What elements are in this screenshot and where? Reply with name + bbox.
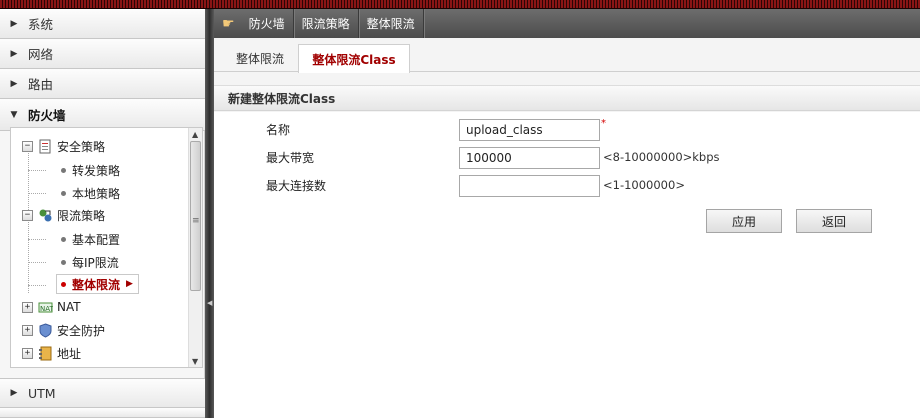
section-title: 新建整体限流Class bbox=[214, 85, 920, 111]
breadcrumb-item[interactable]: 整体限流 bbox=[359, 9, 424, 38]
bullet-icon bbox=[61, 281, 66, 287]
scroll-up-icon[interactable]: ▲ bbox=[192, 130, 198, 139]
chevron-right-icon: ▶ bbox=[10, 388, 18, 398]
tree-node-label: NAT bbox=[57, 300, 81, 314]
tree-node-label: 每IP限流 bbox=[72, 255, 119, 270]
tree-node-label: 本地策略 bbox=[72, 186, 121, 201]
bullet-icon bbox=[61, 167, 66, 173]
tree-node-security-policy[interactable]: − 安全策略 bbox=[22, 136, 105, 156]
tree-node-address[interactable]: + 地址 bbox=[22, 343, 81, 363]
bullet-icon bbox=[61, 236, 66, 242]
tree-node-nat[interactable]: + NAT NAT bbox=[22, 297, 81, 317]
tab-label: 整体限流Class bbox=[312, 52, 396, 67]
nat-icon: NAT bbox=[38, 300, 54, 315]
collapse-arrow-icon[interactable]: ◀ bbox=[207, 299, 212, 307]
expand-icon[interactable]: + bbox=[22, 347, 33, 359]
apply-button[interactable]: 应用 bbox=[706, 209, 782, 233]
tree-node-label: 整体限流 bbox=[72, 277, 121, 292]
tab-bar: 整体限流 整体限流Class bbox=[214, 44, 920, 73]
connection-input[interactable] bbox=[459, 175, 600, 197]
sidebar-item-label: 防火墙 bbox=[28, 108, 66, 123]
chevron-right-icon: ▶ bbox=[10, 78, 18, 89]
connection-hint: <1-1000000> bbox=[603, 178, 685, 192]
firewall-tree-panel: − 安全策略 转发策略 本地策略 − 限流策略 基本配置 每IP限流 整体限流 … bbox=[10, 127, 203, 368]
panel-splitter[interactable]: ◀ bbox=[205, 9, 214, 418]
tree-node-label: 地址 bbox=[57, 346, 82, 361]
sidebar-item-label: 路由 bbox=[28, 77, 54, 92]
sidebar-item-next[interactable] bbox=[0, 408, 205, 418]
name-input[interactable] bbox=[459, 119, 600, 141]
arrow-right-icon: ▶ bbox=[126, 279, 133, 289]
tree-node-overall-limit[interactable]: 整体限流 ▶ bbox=[56, 274, 139, 294]
tree-node-basic-config[interactable]: 基本配置 bbox=[61, 229, 120, 249]
tree-node-label: 基本配置 bbox=[72, 232, 121, 247]
svg-text:NAT: NAT bbox=[40, 305, 53, 313]
breadcrumb: ☛ 防火墙 限流策略 整体限流 bbox=[214, 9, 920, 38]
document-icon bbox=[38, 139, 53, 154]
back-button[interactable]: 返回 bbox=[796, 209, 872, 233]
shield-icon bbox=[38, 322, 53, 338]
tree-node-security-protection[interactable]: + 安全防护 bbox=[22, 320, 105, 340]
tree-node-forward-policy[interactable]: 转发策略 bbox=[61, 160, 120, 180]
tree-node-rate-limit-policy[interactable]: − 限流策略 bbox=[22, 205, 105, 225]
sidebar: ▶ 系统 ▶ 网络 ▶ 路由 ▼ 防火墙 − 安全策略 转发策略 本地策略 − … bbox=[0, 9, 205, 418]
tree-node-label: 限流策略 bbox=[57, 208, 106, 223]
tree-node-per-ip-limit[interactable]: 每IP限流 bbox=[61, 252, 119, 272]
sidebar-item-label: 系统 bbox=[28, 17, 54, 32]
sidebar-item-network[interactable]: ▶ 网络 bbox=[0, 39, 205, 69]
tab-overall-limit[interactable]: 整体限流 bbox=[222, 44, 298, 72]
collapse-icon[interactable]: − bbox=[22, 209, 33, 221]
top-decorative-strip bbox=[0, 0, 920, 9]
address-book-icon bbox=[38, 346, 53, 361]
main-content: 整体限流 整体限流Class 新建整体限流Class 名称 * 最大带宽 <8-… bbox=[214, 38, 920, 418]
tree-scrollbar[interactable]: ▲ ≡ ▼ bbox=[188, 128, 202, 367]
tab-overall-limit-class[interactable]: 整体限流Class bbox=[298, 44, 410, 73]
sidebar-item-label: 网络 bbox=[28, 47, 54, 62]
tree-node-label: 转发策略 bbox=[72, 163, 121, 178]
sidebar-item-utm[interactable]: ▶ UTM bbox=[0, 378, 205, 408]
chevron-right-icon: ▶ bbox=[10, 48, 18, 59]
bandwidth-input[interactable] bbox=[459, 147, 600, 169]
collapse-icon[interactable]: − bbox=[22, 140, 33, 152]
required-mark: * bbox=[601, 118, 606, 129]
tab-label: 整体限流 bbox=[235, 51, 284, 66]
bandwidth-hint: <8-10000000>kbps bbox=[603, 150, 720, 164]
bullet-icon bbox=[61, 190, 66, 196]
grip-icon: ≡ bbox=[192, 216, 200, 226]
tree-node-local-policy[interactable]: 本地策略 bbox=[61, 183, 120, 203]
chevron-down-icon: ▼ bbox=[10, 109, 18, 120]
bullet-icon bbox=[61, 259, 66, 265]
bandwidth-label: 最大带宽 bbox=[266, 151, 315, 165]
scroll-down-icon[interactable]: ▼ bbox=[192, 357, 198, 366]
tree-node-label: 安全防护 bbox=[57, 323, 106, 338]
name-label: 名称 bbox=[266, 123, 291, 137]
expand-icon[interactable]: + bbox=[22, 301, 33, 313]
sidebar-item-system[interactable]: ▶ 系统 bbox=[0, 9, 205, 39]
chevron-right-icon: ▶ bbox=[10, 18, 18, 29]
form-area: 名称 * 最大带宽 <8-10000000>kbps 最大连接数 <1-1000… bbox=[214, 112, 920, 418]
expand-icon[interactable]: + bbox=[22, 324, 33, 336]
pointing-hand-icon: ☛ bbox=[222, 15, 235, 32]
tree-node-label: 安全策略 bbox=[57, 139, 106, 154]
connection-label: 最大连接数 bbox=[266, 179, 327, 193]
breadcrumb-item[interactable]: 防火墙 bbox=[241, 9, 294, 38]
rate-limit-icon bbox=[38, 208, 53, 223]
sidebar-item-label: UTM bbox=[28, 385, 56, 401]
breadcrumb-item[interactable]: 限流策略 bbox=[294, 9, 359, 38]
sidebar-item-routing[interactable]: ▶ 路由 bbox=[0, 69, 205, 99]
